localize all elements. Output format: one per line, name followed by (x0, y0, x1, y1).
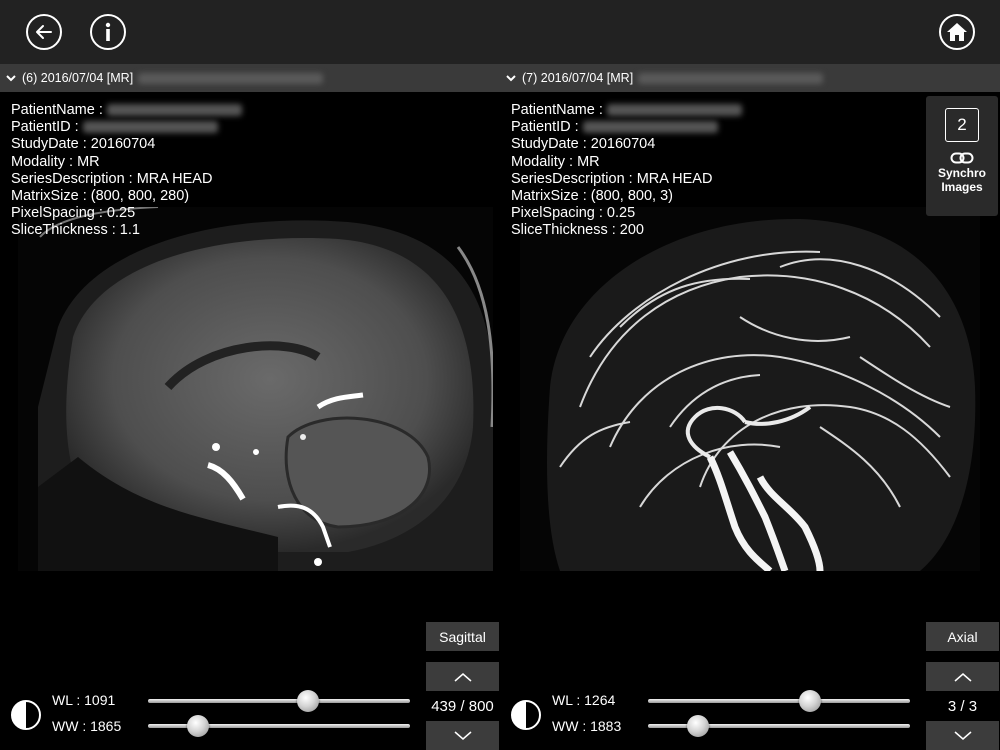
window-level-slider[interactable] (648, 690, 910, 712)
study-date: StudyDate : 20160704 (511, 136, 656, 153)
redacted-patient-name (138, 72, 324, 84)
window-width-slider[interactable] (648, 715, 910, 737)
home-icon (947, 23, 967, 41)
redacted-value (582, 121, 718, 134)
series-description: SeriesDescription : MRA HEAD (511, 170, 713, 187)
chevron-down-icon (506, 75, 516, 82)
synchro-images-button[interactable]: 2 Synchro Images (926, 96, 998, 216)
redacted-value (606, 104, 742, 117)
chevron-down-icon (6, 75, 16, 82)
modality: Modality : MR (11, 153, 100, 170)
redacted-value (82, 121, 218, 134)
slice-thickness: SliceThickness : 1.1 (11, 222, 140, 239)
chevron-down-icon (454, 730, 471, 740)
modality: Modality : MR (511, 153, 600, 170)
series-header[interactable]: (6) 2016/07/04 [MR] (0, 64, 500, 92)
slider-thumb[interactable] (686, 715, 709, 737)
slider-track (648, 699, 910, 703)
mra-mip-image (520, 207, 980, 571)
slider-thumb[interactable] (799, 690, 822, 712)
link-icon (950, 152, 974, 164)
slice-thickness: SliceThickness : 200 (511, 222, 644, 239)
contrast-icon[interactable] (10, 699, 42, 731)
slider-thumb[interactable] (296, 690, 319, 712)
pixel-spacing: PixelSpacing : 0.25 (11, 205, 136, 222)
viewer-panel-right: (7) 2016/07/04 [MR] PatientName: Patien… (500, 64, 1000, 750)
patient-name-row: PatientName : (511, 102, 742, 119)
series-header[interactable]: (7) 2016/07/04 [MR] (500, 64, 1000, 92)
slice-counter: 439 / 800 (431, 697, 494, 715)
series-description: SeriesDescription : MRA HEAD (11, 170, 213, 187)
orientation-button[interactable]: Sagittal (426, 622, 499, 651)
info-icon (105, 22, 111, 41)
synchro-count: 2 (945, 108, 979, 142)
image-viewport[interactable] (520, 207, 980, 571)
patient-id-row: PatientID : (511, 119, 742, 136)
patient-id-row: PatientID : (11, 119, 242, 136)
window-width-label: WW : 1865 (52, 718, 122, 734)
pixel-spacing: PixelSpacing : 0.25 (511, 205, 636, 222)
slice-up-button[interactable] (926, 662, 999, 691)
dicom-info-overlay: PatientName : PatientID : StudyDate : 20… (511, 102, 742, 240)
top-toolbar (0, 0, 1000, 64)
series-header-label: (7) 2016/07/04 [MR] (522, 71, 634, 85)
redacted-value (106, 104, 242, 117)
chevron-up-icon (954, 672, 971, 682)
image-viewport[interactable] (18, 207, 493, 571)
info-button[interactable] (90, 14, 126, 50)
back-button[interactable] (26, 14, 62, 50)
chevron-up-icon (454, 672, 471, 682)
matrix-size: MatrixSize : (800, 800, 280) (11, 188, 190, 205)
redacted-patient-name (638, 72, 824, 84)
matrix-size: MatrixSize : (800, 800, 3) (511, 188, 673, 205)
series-header-label: (6) 2016/07/04 [MR] (22, 71, 134, 85)
chevron-down-icon (954, 730, 971, 740)
synchro-label: Synchro Images (937, 166, 986, 194)
viewer-panel-left: (6) 2016/07/04 [MR] PatientName: Patien… (0, 64, 500, 750)
window-width-slider[interactable] (148, 715, 410, 737)
patient-name-row: PatientName : (11, 102, 242, 119)
window-level-slider[interactable] (148, 690, 410, 712)
mra-sagittal-image (18, 207, 493, 571)
slice-up-button[interactable] (426, 662, 499, 691)
slice-down-button[interactable] (926, 721, 999, 750)
slider-thumb[interactable] (186, 715, 209, 737)
window-level-label: WL : 1264 (552, 692, 616, 708)
contrast-icon[interactable] (510, 699, 542, 731)
orientation-button[interactable]: Axial (926, 622, 999, 651)
study-date: StudyDate : 20160704 (11, 136, 156, 153)
slider-track (148, 699, 410, 703)
window-level-label: WL : 1091 (52, 692, 116, 708)
dicom-info-overlay: PatientName : PatientID : StudyDate : 20… (11, 102, 242, 240)
slice-counter: 3 / 3 (947, 697, 978, 715)
home-button[interactable] (939, 14, 975, 50)
slice-down-button[interactable] (426, 721, 499, 750)
arrow-left-icon (36, 25, 52, 39)
window-width-label: WW : 1883 (552, 718, 622, 734)
